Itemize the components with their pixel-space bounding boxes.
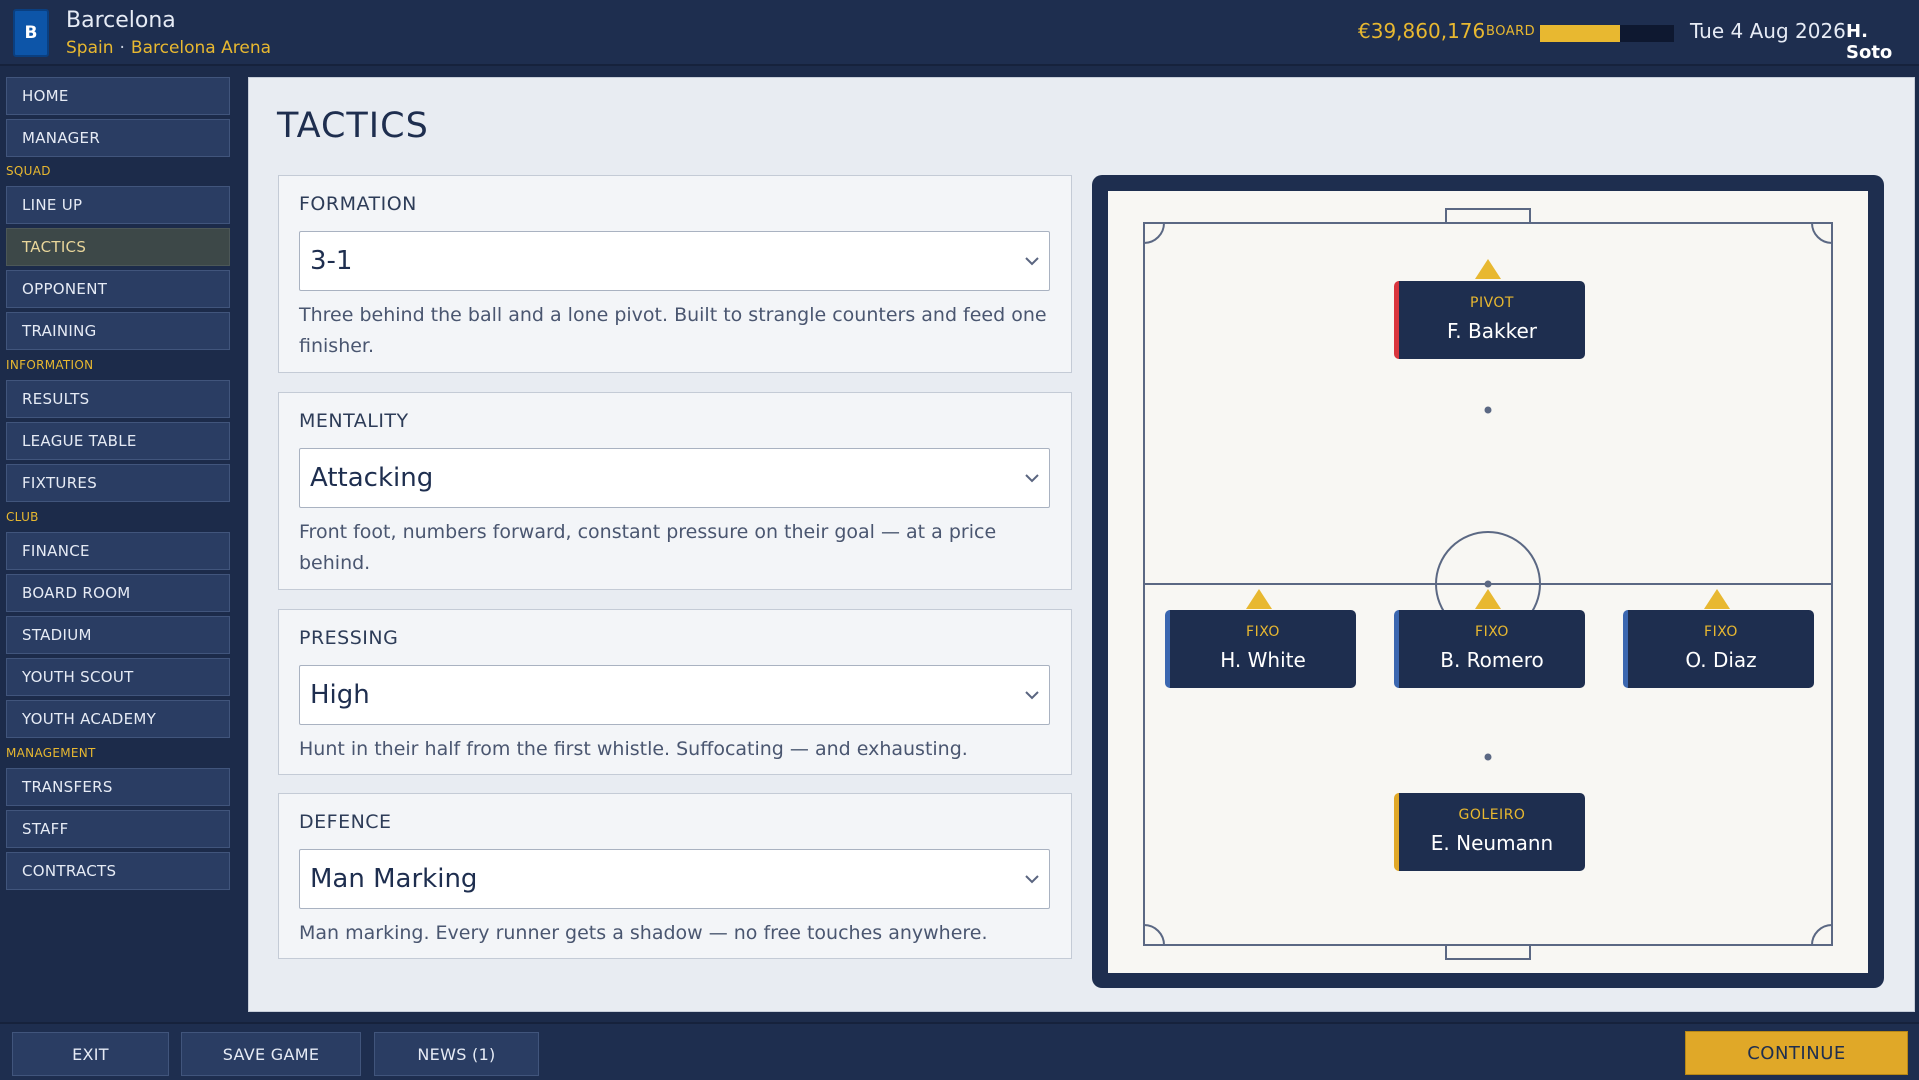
player-card-fixo-right[interactable]: FIXO O. Diaz bbox=[1623, 610, 1814, 688]
bottom-bar: EXIT SAVE GAME NEWS (1) CONTINUE bbox=[0, 1022, 1919, 1080]
sidebar-section-management: MANAGEMENT bbox=[6, 746, 96, 760]
player-card-fixo-center[interactable]: FIXO B. Romero bbox=[1394, 610, 1585, 688]
chevron-down-icon bbox=[1025, 474, 1039, 483]
player-role: FIXO bbox=[1704, 624, 1738, 640]
formation-description: Three behind the ball and a lone pivot. … bbox=[299, 304, 1047, 357]
sidebar-item-finance[interactable]: FINANCE bbox=[6, 532, 230, 570]
futsal-pitch: PIVOT F. Bakker FIXO H. White FIXO B. Ro… bbox=[1108, 191, 1868, 973]
fixo-center-arrow-icon bbox=[1475, 589, 1501, 609]
fixo-left-arrow-icon bbox=[1246, 589, 1272, 609]
tactics-panel: TACTICS FORMATION 3-1 Three behind the b… bbox=[248, 77, 1915, 1012]
player-card-pivot[interactable]: PIVOT F. Bakker bbox=[1394, 281, 1585, 359]
player-role: GOLEIRO bbox=[1458, 807, 1526, 823]
pressing-value: High bbox=[310, 680, 370, 710]
formation-card: FORMATION 3-1 Three behind the ball and … bbox=[278, 175, 1072, 373]
exit-button[interactable]: EXIT bbox=[12, 1032, 169, 1076]
sidebar-item-training[interactable]: TRAINING bbox=[6, 312, 230, 350]
pitch-frame: PIVOT F. Bakker FIXO H. White FIXO B. Ro… bbox=[1092, 175, 1884, 988]
continue-button[interactable]: CONTINUE bbox=[1685, 1031, 1908, 1075]
formation-select[interactable]: 3-1 bbox=[299, 231, 1050, 291]
player-name: H. White bbox=[1220, 648, 1306, 672]
board-confidence-bar bbox=[1540, 25, 1674, 42]
manager-name: H. Soto bbox=[1846, 21, 1893, 63]
news-button[interactable]: NEWS (1) bbox=[374, 1032, 539, 1076]
fixo-right-arrow-icon bbox=[1704, 589, 1730, 609]
sidebar-item-stadium[interactable]: STADIUM bbox=[6, 616, 230, 654]
sidebar-item-fixtures[interactable]: FIXTURES bbox=[6, 464, 230, 502]
sidebar-item-manager[interactable]: MANAGER bbox=[6, 119, 230, 157]
pressing-card: PRESSING High Hunt in their half from th… bbox=[278, 609, 1072, 775]
top-bar: B Barcelona Spain · Barcelona Arena €39,86… bbox=[0, 0, 1919, 66]
sidebar-item-tactics[interactable]: TACTICS bbox=[6, 228, 230, 266]
mentality-card: MENTALITY Attacking Front foot, numbers … bbox=[278, 392, 1072, 590]
sidebar-section-club: CLUB bbox=[6, 510, 39, 524]
sidebar: HOME MANAGER SQUAD LINE UP TACTICS OPPON… bbox=[0, 68, 240, 1020]
mentality-label: MENTALITY bbox=[299, 410, 409, 432]
chevron-down-icon bbox=[1025, 257, 1039, 266]
player-name: F. Bakker bbox=[1447, 319, 1537, 343]
board-confidence-fill bbox=[1540, 25, 1621, 42]
defence-label: DEFENCE bbox=[299, 811, 392, 833]
chevron-down-icon bbox=[1025, 691, 1039, 700]
pressing-label: PRESSING bbox=[299, 627, 399, 649]
mentality-description: Front foot, numbers forward, constant pr… bbox=[299, 521, 997, 574]
club-country: Spain bbox=[66, 38, 114, 58]
sidebar-item-line-up[interactable]: LINE UP bbox=[6, 186, 230, 224]
save-game-button[interactable]: SAVE GAME bbox=[181, 1032, 361, 1076]
mentality-select[interactable]: Attacking bbox=[299, 448, 1050, 508]
formation-label: FORMATION bbox=[299, 193, 417, 215]
player-role: FIXO bbox=[1475, 624, 1509, 640]
sidebar-item-transfers[interactable]: TRANSFERS bbox=[6, 768, 230, 806]
sidebar-item-contracts[interactable]: CONTRACTS bbox=[6, 852, 230, 890]
player-name: B. Romero bbox=[1440, 648, 1544, 672]
club-badge[interactable]: B bbox=[13, 9, 49, 57]
player-name: E. Neumann bbox=[1430, 831, 1554, 855]
sidebar-item-league-table[interactable]: LEAGUE TABLE bbox=[6, 422, 230, 460]
page-title: TACTICS bbox=[277, 106, 429, 146]
player-card-goleiro[interactable]: GOLEIRO E. Neumann bbox=[1394, 793, 1585, 871]
pressing-select[interactable]: High bbox=[299, 665, 1050, 725]
club-stadium: Barcelona Arena bbox=[130, 38, 272, 58]
mentality-value: Attacking bbox=[310, 463, 434, 493]
sidebar-item-home[interactable]: HOME bbox=[6, 77, 230, 115]
player-role: FIXO bbox=[1246, 624, 1280, 640]
player-role: PIVOT bbox=[1470, 295, 1514, 311]
club-balance: €39,860,176 bbox=[1358, 19, 1486, 43]
sidebar-item-board-room[interactable]: BOARD ROOM bbox=[6, 574, 230, 612]
chevron-down-icon bbox=[1025, 875, 1039, 884]
sidebar-item-staff[interactable]: STAFF bbox=[6, 810, 230, 848]
sidebar-section-squad: SQUAD bbox=[6, 164, 51, 178]
pivot-arrow-icon bbox=[1475, 259, 1501, 279]
pressing-description: Hunt in their half from the first whistl… bbox=[299, 738, 968, 760]
defence-select[interactable]: Man Marking bbox=[299, 849, 1050, 909]
current-date: Tue 4 Aug 2026 bbox=[1690, 19, 1846, 43]
club-location: Spain · Barcelona Arena bbox=[66, 38, 271, 58]
separator-dot: · bbox=[119, 38, 125, 58]
player-card-fixo-left[interactable]: FIXO H. White bbox=[1165, 610, 1356, 688]
sidebar-item-opponent[interactable]: OPPONENT bbox=[6, 270, 230, 308]
defence-description: Man marking. Every runner gets a shadow … bbox=[299, 922, 988, 944]
board-label: BOARD bbox=[1486, 24, 1536, 39]
sidebar-item-results[interactable]: RESULTS bbox=[6, 380, 230, 418]
defence-value: Man Marking bbox=[310, 864, 478, 894]
sidebar-item-youth-academy[interactable]: YOUTH ACADEMY bbox=[6, 700, 230, 738]
formation-value: 3-1 bbox=[310, 246, 353, 276]
player-name: O. Diaz bbox=[1685, 648, 1757, 672]
sidebar-item-youth-scout[interactable]: YOUTH SCOUT bbox=[6, 658, 230, 696]
defence-card: DEFENCE Man Marking Man marking. Every r… bbox=[278, 793, 1072, 959]
sidebar-section-information: INFORMATION bbox=[6, 358, 94, 372]
club-name: Barcelona bbox=[66, 8, 176, 33]
